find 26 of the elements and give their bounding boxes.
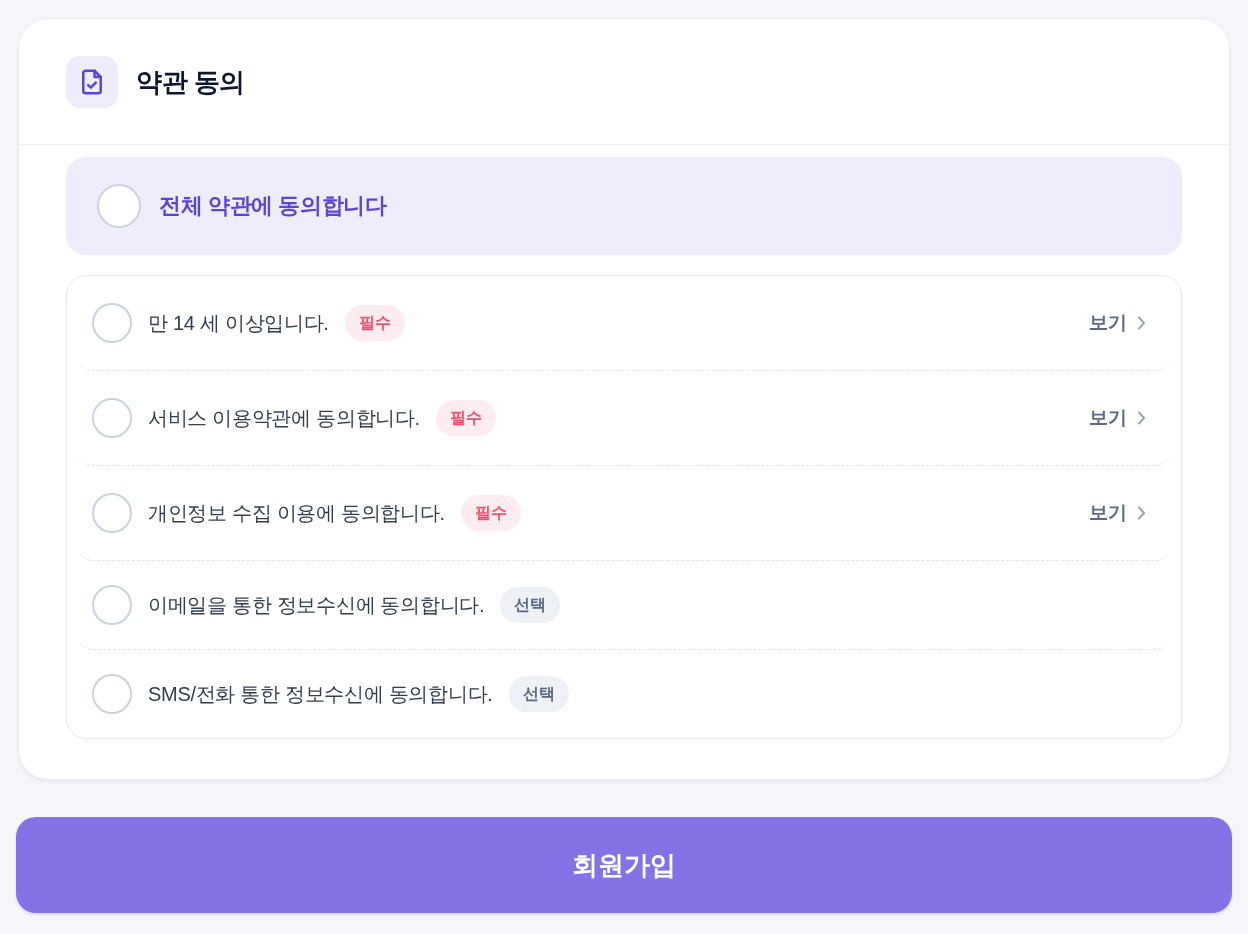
checkbox[interactable] xyxy=(92,303,132,343)
optional-tag: 선택 xyxy=(500,587,561,623)
required-tag: 필수 xyxy=(435,400,496,436)
agree-all-label[interactable]: 전체 약관에 동의합니다 xyxy=(159,191,387,221)
term-label[interactable]: 만 14 세 이상입니다. xyxy=(148,309,329,337)
view-link[interactable]: 보기 xyxy=(1089,395,1146,441)
term-label[interactable]: 이메일을 통한 정보수신에 동의합니다. xyxy=(148,591,485,619)
checkbox[interactable] xyxy=(92,585,132,625)
view-link[interactable]: 보기 xyxy=(1089,490,1146,536)
term-label[interactable]: SMS/전화 통한 정보수신에 동의합니다. xyxy=(148,680,493,708)
signup-button[interactable]: 회원가입 xyxy=(16,817,1232,913)
optional-tag: 선택 xyxy=(508,676,569,712)
view-link[interactable]: 보기 xyxy=(1089,300,1146,346)
section-title: 약관 동의 xyxy=(136,65,245,99)
checkbox[interactable] xyxy=(92,398,132,438)
document-check-icon xyxy=(66,56,118,108)
required-tag: 필수 xyxy=(344,305,405,341)
chevron-right-icon xyxy=(1137,411,1146,425)
required-tag: 필수 xyxy=(460,495,521,531)
term-label[interactable]: 개인정보 수집 이용에 동의합니다. xyxy=(148,499,445,527)
checkbox[interactable] xyxy=(92,674,132,714)
checkbox[interactable] xyxy=(97,184,141,228)
chevron-right-icon xyxy=(1137,506,1146,520)
chevron-right-icon xyxy=(1137,316,1146,330)
term-label[interactable]: 서비스 이용약관에 동의합니다. xyxy=(148,404,420,432)
checkbox[interactable] xyxy=(92,493,132,533)
